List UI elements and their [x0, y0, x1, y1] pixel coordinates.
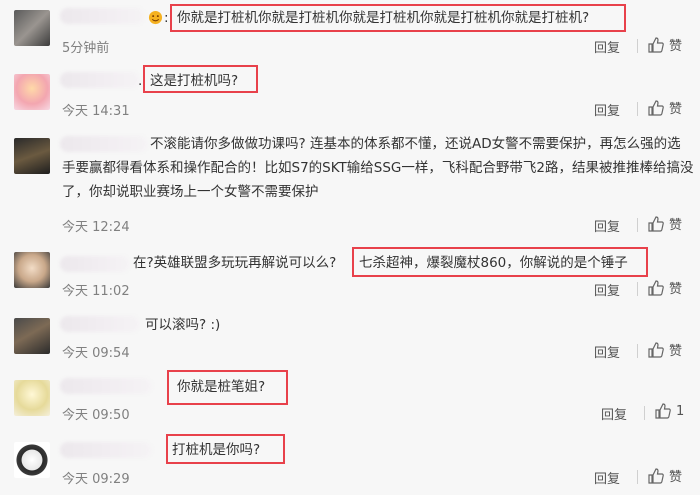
username[interactable]	[60, 378, 152, 394]
comment-time: 今天 12:24	[62, 220, 130, 235]
like-label: 赞	[669, 282, 683, 297]
comment-text: 不滚能请你多做做功课吗? 连基本的体系都不懂，还说AD女警不需要保护，再怎么强的…	[62, 136, 694, 200]
like-label: 赞	[669, 102, 683, 117]
avatar[interactable]	[14, 380, 50, 416]
like-button[interactable]: 赞	[647, 466, 682, 485]
thumb-up-icon	[655, 403, 671, 419]
reply-button[interactable]: 回复	[594, 280, 620, 299]
username[interactable]	[60, 8, 145, 24]
comment-item: . 这是打桩机吗? 今天 14:31 回复 赞	[0, 60, 700, 125]
thumb-up-icon	[648, 279, 664, 296]
divider	[637, 39, 638, 53]
comment-dot: .	[138, 73, 143, 89]
comment-text-highlighted: 七杀超神，爆裂魔杖860，你解说的是个锤子	[359, 255, 628, 271]
like-button[interactable]: 赞	[647, 214, 682, 233]
thumb-up-icon	[648, 36, 664, 53]
avatar[interactable]	[14, 138, 50, 174]
divider	[637, 470, 638, 484]
divider	[644, 406, 645, 420]
avatar[interactable]	[14, 252, 50, 288]
thumb-up-icon	[648, 467, 664, 484]
like-button[interactable]: 赞	[647, 98, 682, 117]
comment-time: 今天 09:50	[62, 408, 130, 423]
comment-time: 今天 14:31	[62, 104, 130, 119]
like-label: 赞	[669, 218, 683, 233]
comment-colon: :	[164, 10, 169, 26]
comment-text: 这是打桩机吗?	[150, 73, 239, 89]
avatar[interactable]	[14, 74, 50, 110]
comment-item: : 你就是打桩机你就是打桩机你就是打桩机你就是打桩机你就是打桩机? 5分钟前 回…	[0, 0, 700, 61]
like-label: 赞	[669, 39, 683, 54]
reply-button[interactable]: 回复	[594, 216, 620, 235]
comment-text: 你就是桩笔姐?	[177, 379, 266, 395]
like-button[interactable]: 1	[654, 402, 684, 420]
like-button[interactable]: 赞	[647, 278, 682, 297]
username[interactable]	[60, 316, 140, 332]
reply-button[interactable]: 回复	[594, 100, 620, 119]
divider	[637, 102, 638, 116]
like-label: 赞	[669, 344, 683, 359]
username[interactable]	[60, 256, 130, 272]
thumb-up-icon	[648, 99, 664, 116]
comment-text: 打桩机是你吗?	[172, 442, 261, 458]
thumb-up-icon	[648, 341, 664, 358]
comment-item: 打桩机是你吗? 今天 09:29 回复 赞	[0, 428, 700, 495]
avatar[interactable]	[14, 318, 50, 354]
comment-time: 5分钟前	[62, 41, 110, 56]
reply-button[interactable]: 回复	[594, 342, 620, 361]
comment-item: 你就是桩笔姐? 今天 09:50 回复 1	[0, 366, 700, 429]
comment-time: 今天 11:02	[62, 284, 130, 299]
avatar[interactable]	[14, 10, 50, 46]
comment-item: 不滚能请你多做做功课吗? 连基本的体系都不懂，还说AD女警不需要保护，再怎么强的…	[0, 124, 700, 239]
thumb-up-icon	[648, 215, 664, 232]
like-button[interactable]: 赞	[647, 340, 682, 359]
avatar[interactable]	[14, 442, 50, 478]
username[interactable]	[60, 72, 140, 88]
divider	[637, 218, 638, 232]
comment-text: 可以滚吗? :)	[145, 317, 221, 333]
comment-time: 今天 09:54	[62, 346, 130, 361]
reply-button[interactable]: 回复	[594, 468, 620, 487]
reply-button[interactable]: 回复	[594, 37, 620, 56]
like-count: 1	[676, 403, 685, 419]
emoji-icon	[148, 10, 163, 25]
comment-time: 今天 09:29	[62, 472, 130, 487]
reply-button[interactable]: 回复	[601, 404, 627, 423]
comment-text: 你就是打桩机你就是打桩机你就是打桩机你就是打桩机你就是打桩机?	[177, 10, 590, 26]
like-label: 赞	[669, 470, 683, 485]
like-button[interactable]: 赞	[647, 35, 682, 54]
username[interactable]	[60, 442, 152, 458]
comment-text: 在?英雄联盟多玩玩再解说可以么?	[133, 255, 337, 271]
divider	[637, 344, 638, 358]
comment-item: 在?英雄联盟多玩玩再解说可以么? 七杀超神，爆裂魔杖860，你解说的是个锤子 今…	[0, 238, 700, 307]
comment-item: 可以滚吗? :) 今天 09:54 回复 赞	[0, 306, 700, 367]
divider	[637, 282, 638, 296]
